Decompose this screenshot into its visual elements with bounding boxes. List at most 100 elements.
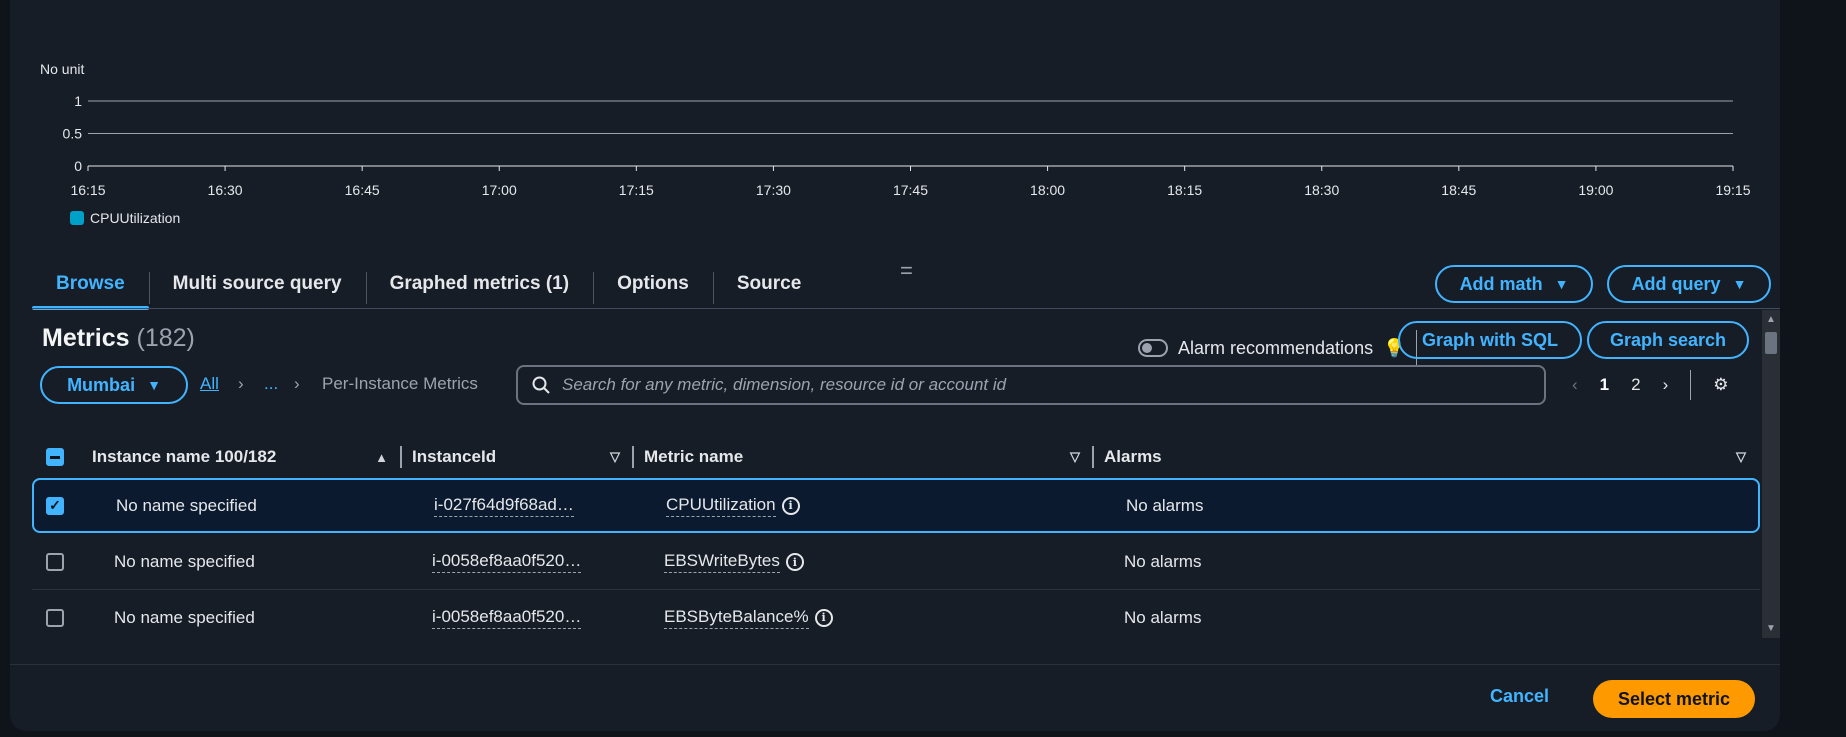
info-icon[interactable]: i [814,608,833,627]
add-query-button[interactable]: Add query ▼ [1607,265,1771,303]
x-tick-label: 16:45 [345,182,380,198]
legend-swatch [70,211,84,225]
region-select-button[interactable]: Mumbai ▼ [40,366,188,404]
alarm-recommendations-toggle[interactable] [1138,339,1168,357]
alarm-recommendations: Alarm recommendations 💡 [1138,330,1417,366]
table-row[interactable]: No name specified i-0058ef8aa0f520… EBSW… [32,535,1760,590]
divider [1690,370,1692,400]
instance-id-link[interactable]: i-027f64d9f68ad… [434,495,574,517]
chart-legend: CPUUtilization [70,210,180,226]
table-header: Instance name 100/182 ▲ InstanceId ▽ Met… [32,438,1760,476]
chevron-right-icon: › [294,374,300,393]
metric-name-link[interactable]: EBSWriteBytes [664,551,780,573]
chart-canvas: 1 0.5 0 16:15 16:30 16:45 17:00 17:15 17:30 17:45… [63,93,1751,198]
select-all-checkbox[interactable] [46,448,64,466]
sort-ascending-icon: ▲ [375,449,388,465]
y-tick-label: 0.5 [63,126,83,142]
instance-id-cell: i-0058ef8aa0f520… [432,551,664,573]
page-background [1780,0,1846,737]
metrics-heading: Metrics (182) [42,324,195,353]
breadcrumb-current: Per-Instance Metrics [322,374,478,393]
page-1[interactable]: 1 [1600,375,1609,395]
row-select-cell [32,608,114,627]
row-checkbox[interactable] [46,608,64,627]
caret-down-icon: ▼ [1554,276,1569,292]
add-query-label: Add query [1631,273,1721,294]
column-instance-name-label: Instance name 100/182 [92,447,277,466]
x-tick-label: 18:45 [1441,182,1476,198]
page-2[interactable]: 2 [1631,375,1640,395]
instance-id-link[interactable]: i-0058ef8aa0f520… [432,607,582,629]
metric-name-cell: EBSByteBalance% i [664,607,1124,629]
info-icon[interactable]: i [785,553,804,571]
metrics-title: Metrics [42,324,130,352]
scroll-thumb[interactable] [1765,332,1777,354]
breadcrumb-all[interactable]: All [200,374,219,394]
x-tick-label: 19:15 [1715,182,1750,198]
x-tick-label: 16:30 [208,182,243,198]
tab-multi-source-query[interactable]: Multi source query [148,258,366,310]
x-tick-label: 18:15 [1167,182,1202,198]
column-instance-id[interactable]: InstanceId ▽ [402,438,634,476]
table-row[interactable]: ✓ No name specified i-027f64d9f68ad… CPU… [32,478,1760,533]
row-select-cell: ✓ [34,496,116,515]
metric-name-link[interactable]: EBSByteBalance% [664,607,809,629]
table-row[interactable]: No name specified i-0058ef8aa0f520… EBSB… [32,590,1760,645]
alarm-recommendations-label: Alarm recommendations [1178,337,1374,358]
cancel-button[interactable]: Cancel [1490,686,1549,707]
instance-name-cell: No name specified [116,495,257,515]
caret-down-icon: ▼ [1732,276,1747,292]
select-all-cell [32,438,82,476]
metrics-count: (182) [136,324,195,352]
row-checkbox[interactable] [46,553,64,571]
column-instance-id-label: InstanceId [412,447,497,466]
caret-down-icon: ▼ [147,377,161,393]
row-checkbox[interactable]: ✓ [46,496,64,515]
metric-name-link[interactable]: CPUUtilization [666,495,776,517]
graph-search-button[interactable]: Graph search [1587,321,1749,359]
graph-with-sql-button[interactable]: Graph with SQL [1398,321,1582,359]
region-label: Mumbai [67,374,136,395]
instance-id-cell: i-027f64d9f68ad… [434,495,666,517]
metric-name-cell: CPUUtilization i [666,495,1126,517]
metric-tabs: Browse Multi source query Graphed metric… [32,258,825,310]
metric-name-cell: EBSWriteBytes i [664,551,1124,573]
search-input[interactable] [562,375,1522,395]
instance-name-cell: No name specified [114,552,255,571]
tab-graphed-metrics[interactable]: Graphed metrics (1) [365,258,594,310]
gear-icon[interactable]: ⚙ [1713,375,1728,395]
scroll-up-icon[interactable]: ▲ [1766,314,1776,325]
table-scrollbar[interactable]: ▲ ▼ [1762,310,1780,638]
instance-id-cell: i-0058ef8aa0f520… [432,607,664,629]
x-tick-label: 17:00 [482,182,517,198]
info-icon[interactable]: i [781,496,800,515]
search-icon [532,376,550,394]
instance-id-link[interactable]: i-0058ef8aa0f520… [432,551,582,573]
column-metric-name[interactable]: Metric name ▽ [634,438,1094,476]
select-metric-button[interactable]: Select metric [1593,680,1755,718]
resize-handle-icon[interactable]: = [900,258,913,284]
tab-source[interactable]: Source [712,258,825,310]
x-tick-label: 17:45 [893,182,928,198]
alarms-cell: No alarms [1124,607,1202,627]
add-math-button[interactable]: Add math ▼ [1435,265,1593,303]
column-alarms[interactable]: Alarms ▽ [1094,438,1760,476]
instance-name-cell: No name specified [114,607,255,627]
y-tick-label: 0 [74,158,82,174]
metric-chart: No unit 1 0.5 0 16:15 16:30 16:45 17:00 17:15 17… [10,0,1780,240]
tab-browse[interactable]: Browse [32,258,149,310]
chevron-left-icon[interactable]: ‹ [1572,375,1578,395]
breadcrumb-ellipsis[interactable]: ... [264,374,278,394]
column-instance-name[interactable]: Instance name 100/182 ▲ [82,438,402,476]
x-tick-label: 16:15 [70,182,105,198]
x-tick-label: 19:00 [1578,182,1613,198]
chevron-right-icon[interactable]: › [1663,375,1669,395]
column-alarms-label: Alarms [1104,447,1162,466]
x-tick-label: 18:00 [1030,182,1065,198]
graph-search-label: Graph search [1609,329,1727,350]
x-tick-label: 17:15 [619,182,654,198]
tab-options[interactable]: Options [593,258,713,310]
footer-divider [10,664,1780,665]
scroll-down-icon[interactable]: ▼ [1766,623,1776,634]
legend-label[interactable]: CPUUtilization [90,210,180,226]
